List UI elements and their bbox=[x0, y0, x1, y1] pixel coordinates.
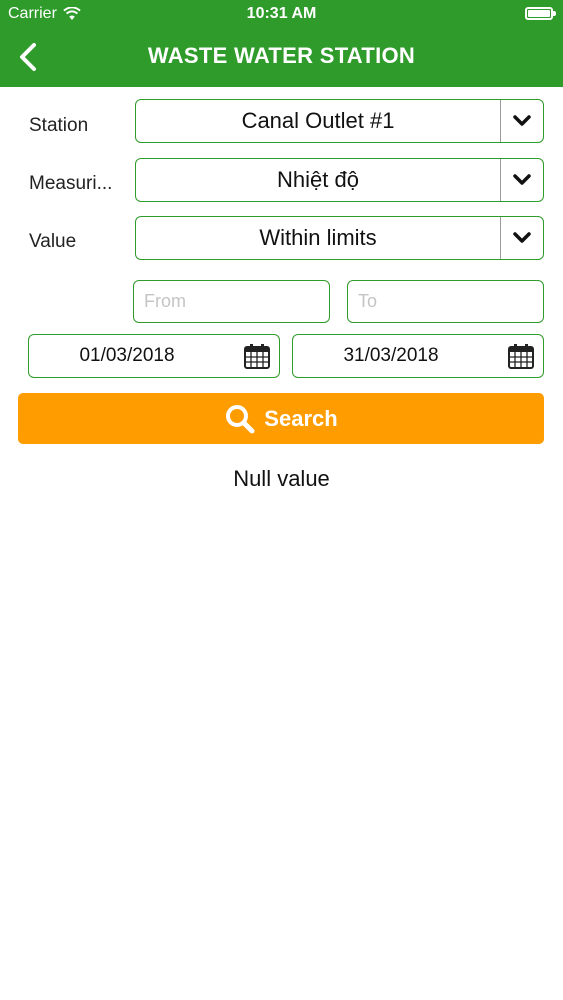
chevron-down-icon bbox=[513, 115, 531, 126]
station-label: Station bbox=[29, 115, 89, 136]
search-icon bbox=[226, 404, 255, 433]
station-select[interactable]: Canal Outlet #1 bbox=[135, 99, 544, 143]
from-input[interactable] bbox=[133, 280, 330, 323]
result-message: Null value bbox=[233, 466, 330, 491]
status-bar: Carrier 10:31 AM bbox=[0, 0, 563, 30]
search-button-label: Search bbox=[264, 405, 338, 431]
battery-icon bbox=[525, 7, 556, 20]
calendar-icon[interactable] bbox=[243, 343, 271, 370]
station-dropdown-toggle[interactable] bbox=[500, 100, 543, 142]
value-dropdown-toggle[interactable] bbox=[500, 217, 543, 259]
end-date-value: 31/03/2018 bbox=[343, 345, 439, 366]
header-bar: Carrier 10:31 AM WASTE WATER STATION bbox=[0, 0, 563, 87]
station-select-value: Canal Outlet #1 bbox=[241, 108, 395, 133]
value-label: Value bbox=[29, 231, 77, 252]
chevron-down-icon bbox=[513, 232, 531, 243]
measuring-label: Measuri... bbox=[29, 173, 113, 194]
start-date-value: 01/03/2018 bbox=[79, 345, 175, 366]
to-input[interactable] bbox=[347, 280, 544, 323]
calendar-icon[interactable] bbox=[507, 343, 535, 370]
measuring-select-value: Nhiệt độ bbox=[277, 167, 359, 192]
start-date-field[interactable]: 01/03/2018 bbox=[28, 334, 280, 378]
end-date-field[interactable]: 31/03/2018 bbox=[292, 334, 544, 378]
status-time: 10:31 AM bbox=[246, 5, 317, 22]
measuring-select[interactable]: Nhiệt độ bbox=[135, 158, 544, 202]
measuring-dropdown-toggle[interactable] bbox=[500, 159, 543, 201]
screen: Carrier 10:31 AM WASTE WATER STATION Sta… bbox=[0, 0, 563, 1000]
chevron-down-icon bbox=[513, 174, 531, 185]
page-title: WASTE WATER STATION bbox=[147, 43, 416, 68]
value-select[interactable]: Within limits bbox=[135, 216, 544, 260]
value-select-value: Within limits bbox=[259, 225, 377, 250]
search-button[interactable]: Search bbox=[18, 393, 544, 444]
